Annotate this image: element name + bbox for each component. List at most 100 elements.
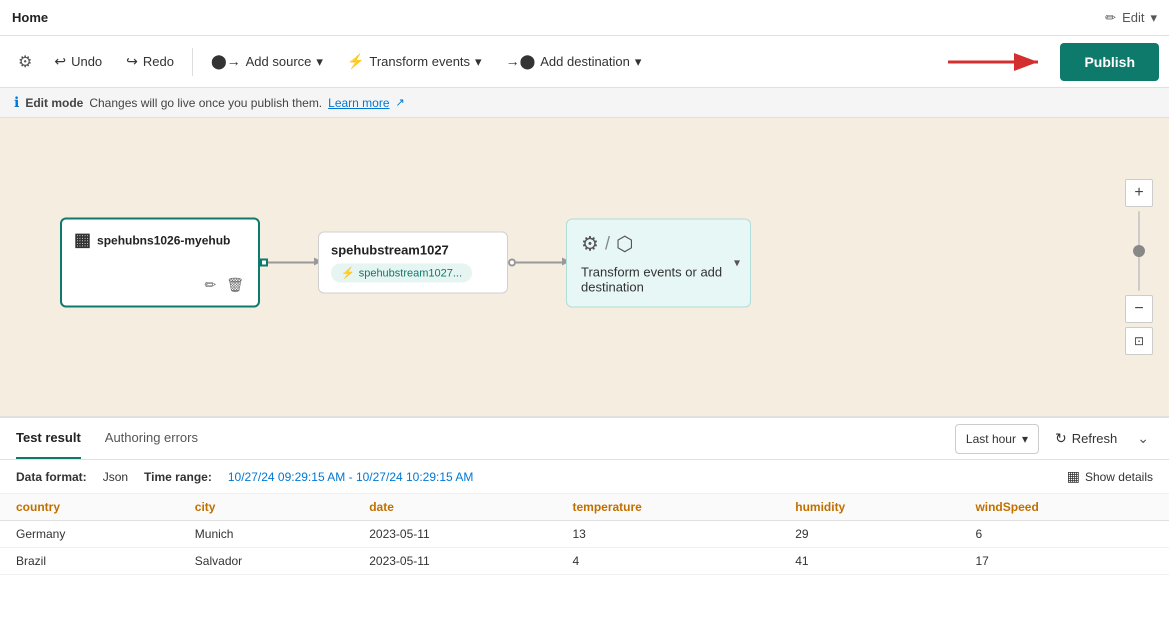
add-dest-icon: →⬤ [506,53,536,70]
source-node-icon: ▦ [74,230,91,251]
table-row: BrazilSalvador2023-05-1144117 [0,548,1169,575]
add-source-button[interactable]: ⬤→ Add source ▾ [201,47,333,76]
trash-icon: 🗑 [226,277,244,293]
zoom-fit-button[interactable]: ⊡ [1125,327,1153,355]
source-node[interactable]: ▦ spehubns1026-myehub ✏ 🗑 [60,218,260,308]
transform-chevron-icon: ▾ [475,54,482,70]
source-node-actions: ✏ 🗑 [74,275,246,296]
stream-node[interactable]: spehubstream1027 ⚡ spehubstream1027... [318,232,508,294]
time-range-display: 10/27/24 09:29:15 AM - 10/27/24 10:29:15… [228,470,474,484]
time-range-value: Last hour [966,432,1016,446]
tab-authoring-errors[interactable]: Authoring errors [105,418,198,459]
zoom-controls: + − ⊡ [1125,179,1153,355]
external-link-icon: ↗ [396,96,405,109]
tab-authoring-errors-label: Authoring errors [105,430,198,445]
time-range-chevron-icon: ▾ [1022,432,1028,446]
info-icon: ℹ [14,94,19,111]
dest-arrow-icon: ⬡ [616,231,633,256]
connector-1 [260,259,318,267]
edit-banner-message: Changes will go live once you publish th… [89,96,322,110]
source-node-label: spehubns1026-myehub [97,233,230,247]
zoom-out-button[interactable]: − [1125,295,1153,323]
results-table: country city date temperature humidity w… [0,494,1169,575]
table-cell: 41 [779,548,959,575]
table-cell: Brazil [0,548,179,575]
refresh-button[interactable]: ↻ Refresh [1047,426,1125,451]
add-dest-chevron-icon: ▾ [635,54,642,70]
edit-label: Edit [1122,10,1144,25]
table-cell: Salvador [179,548,353,575]
expand-icon: ⌄ [1137,430,1149,446]
show-details-label: Show details [1085,470,1153,484]
bottom-panel: Test result Authoring errors Last hour ▾… [0,416,1169,636]
edit-button[interactable]: ✏ Edit ▾ [1105,10,1157,26]
table-cell: 17 [959,548,1169,575]
data-format-label: Data format: [16,470,87,484]
table-cell: Germany [0,521,179,548]
table-cell: 6 [959,521,1169,548]
flow-container: ▦ spehubns1026-myehub ✏ 🗑 spehubstream10… [60,218,751,308]
source-delete-button[interactable]: 🗑 [224,275,246,296]
transform-events-button[interactable]: ⚡ Transform events ▾ [337,47,492,76]
canvas: ▦ spehubns1026-myehub ✏ 🗑 spehubstream10… [0,118,1169,416]
expand-panel-button[interactable]: ⌄ [1133,426,1153,451]
dest-slash: / [605,233,610,254]
pencil-icon: ✏ [204,277,216,293]
toolbar: ⚙ ↩ Undo ↪ Redo ⬤→ Add source ▾ ⚡ Transf… [0,36,1169,88]
time-range-select[interactable]: Last hour ▾ [955,424,1039,454]
publish-label: Publish [1084,54,1135,70]
data-format-value: Json [103,470,128,484]
table-cell: 4 [556,548,779,575]
source-node-title: ▦ spehubns1026-myehub [74,230,246,251]
dest-node-icons: ⚙ / ⬡ [581,231,736,256]
time-range-label: Time range: [144,470,212,484]
dest-gear-icon: ⚙ [581,231,599,256]
table-cell: 13 [556,521,779,548]
data-table: country city date temperature humidity w… [0,494,1169,636]
zoom-in-button[interactable]: + [1125,179,1153,207]
learn-more-link[interactable]: Learn more [328,96,389,110]
tab-test-result[interactable]: Test result [16,418,81,459]
refresh-label: Refresh [1072,431,1118,446]
transform-events-label: Transform events [369,54,470,69]
stream-tag-icon: ⚡ [341,267,355,280]
redo-button[interactable]: ↪ Redo [116,47,184,76]
add-destination-label: Add destination [540,54,630,69]
edit-icon: ✏ [1105,10,1116,26]
add-source-chevron-icon: ▾ [316,54,323,70]
table-cell: 29 [779,521,959,548]
settings-button[interactable]: ⚙ [10,46,40,78]
gear-icon: ⚙ [18,54,32,71]
edit-mode-label: Edit mode [25,96,83,110]
col-temperature: temperature [556,494,779,521]
table-cell: 2023-05-11 [353,548,556,575]
zoom-slider-thumb[interactable] [1133,245,1145,257]
col-date: date [353,494,556,521]
redo-icon: ↪ [126,53,138,70]
tab-test-result-label: Test result [16,430,81,445]
stream-tag: ⚡ spehubstream1027... [331,264,472,283]
stream-node-title: spehubstream1027 [331,243,495,258]
undo-label: Undo [71,54,102,69]
source-edit-button[interactable]: ✏ [202,275,218,296]
undo-icon: ↩ [54,53,66,70]
undo-button[interactable]: ↩ Undo [44,47,112,76]
data-info-bar: Data format: Json Time range: 10/27/24 0… [0,460,1169,494]
zoom-slider-track [1138,211,1140,291]
table-body: GermanyMunich2023-05-1113296BrazilSalvad… [0,521,1169,575]
table-cell: 2023-05-11 [353,521,556,548]
add-destination-button[interactable]: →⬤ Add destination ▾ [496,47,652,76]
annotation-arrow [948,42,1048,82]
table-row: GermanyMunich2023-05-1113296 [0,521,1169,548]
show-details-button[interactable]: ▦ Show details [1067,468,1153,485]
destination-node[interactable]: ⚙ / ⬡ Transform events or add destinatio… [566,218,751,307]
publish-button[interactable]: Publish [1060,43,1159,81]
col-humidity: humidity [779,494,959,521]
title-bar: Home ✏ Edit ▾ [0,0,1169,36]
edit-mode-banner: ℹ Edit mode Changes will go live once yo… [0,88,1169,118]
col-country: country [0,494,179,521]
col-windspeed: windSpeed [959,494,1169,521]
edit-chevron-icon: ▾ [1150,10,1157,26]
col-city: city [179,494,353,521]
dest-chevron-icon: ▾ [734,256,740,270]
